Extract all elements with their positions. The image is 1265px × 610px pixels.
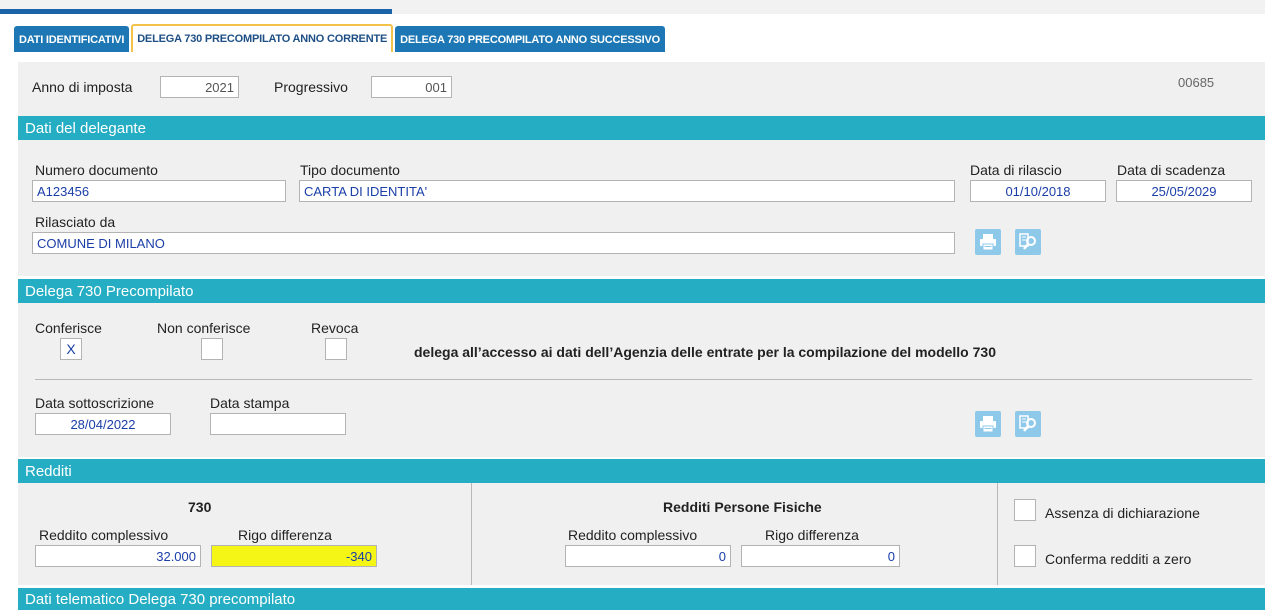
data-stampa-field[interactable]: [210, 413, 346, 435]
data-rilascio-label: Data di rilascio: [970, 162, 1062, 178]
tipo-documento-field[interactable]: CARTA DI IDENTITA': [299, 180, 955, 202]
print-icon: [980, 416, 996, 433]
anno-label: Anno di imposta: [32, 79, 133, 95]
top-bar-accent: [0, 9, 392, 14]
conferisce-checkbox[interactable]: X: [60, 338, 82, 360]
delega-description: delega all’accesso ai dati dell’Agenzia …: [414, 344, 996, 360]
print-button-delegante[interactable]: [975, 229, 1001, 255]
col-730-reddito-field[interactable]: 32.000: [35, 545, 201, 567]
conferisce-label: Conferisce: [35, 320, 102, 336]
tab-dati-identificativi[interactable]: DATI IDENTIFICATIVI: [14, 26, 130, 52]
record-code: 00685: [1178, 75, 1215, 90]
section-header-telematico: Dati telematico Delega 730 precompilato: [18, 588, 1265, 610]
assenza-checkbox[interactable]: [1014, 499, 1036, 521]
col-730-reddito-label: Reddito complessivo: [39, 527, 169, 543]
data-rilascio-field[interactable]: 01/10/2018: [970, 180, 1106, 202]
numero-documento-label: Numero documento: [35, 162, 158, 178]
progressivo-label: Progressivo: [274, 79, 348, 95]
col-730-title: 730: [188, 499, 212, 515]
section-header-delega: Delega 730 Precompilato: [18, 279, 1265, 303]
conferma-zero-label: Conferma redditi a zero: [1045, 551, 1192, 567]
anno-field[interactable]: 2021: [160, 76, 239, 98]
conferma-zero-checkbox[interactable]: [1014, 545, 1036, 567]
data-scadenza-label: Data di scadenza: [1117, 162, 1226, 178]
redditi-divider-2: [997, 483, 998, 585]
rilasciato-da-field[interactable]: COMUNE DI MILANO: [32, 232, 955, 254]
delega-divider: [35, 379, 1252, 380]
tab-bar: DATI IDENTIFICATIVI DELEGA 730 PRECOMPIL…: [14, 24, 667, 52]
preview-button-delegante[interactable]: [1015, 229, 1041, 255]
non-conferisce-label: Non conferisce: [157, 320, 251, 336]
rpf-rigo-field[interactable]: 0: [741, 545, 900, 567]
col-730-rigo-label: Rigo differenza: [238, 527, 332, 543]
revoca-checkbox[interactable]: [325, 338, 347, 360]
preview-button-delega[interactable]: [1015, 411, 1041, 437]
non-conferisce-checkbox[interactable]: [201, 338, 223, 360]
rpf-reddito-field[interactable]: 0: [565, 545, 731, 567]
rilasciato-da-label: Rilasciato da: [35, 214, 116, 230]
data-sottoscrizione-label: Data sottoscrizione: [35, 395, 155, 411]
data-scadenza-field[interactable]: 25/05/2029: [1116, 180, 1252, 202]
print-button-delega[interactable]: [975, 411, 1001, 437]
data-stampa-label: Data stampa: [210, 395, 290, 411]
revoca-label: Revoca: [311, 320, 359, 336]
col-730-rigo-field[interactable]: -340: [211, 545, 377, 567]
rpf-reddito-label: Reddito complessivo: [568, 527, 698, 543]
numero-documento-field[interactable]: A123456: [32, 180, 286, 202]
section-header-redditi: Redditi: [18, 459, 1265, 483]
delegante-panel: [18, 140, 1265, 276]
tipo-documento-label: Tipo documento: [300, 162, 400, 178]
section-header-delegante: Dati del delegante: [18, 116, 1265, 140]
preview-icon: [1019, 233, 1036, 250]
progressivo-field[interactable]: 001: [371, 76, 452, 98]
rpf-title: Redditi Persone Fisiche: [663, 499, 822, 515]
redditi-divider-1: [471, 483, 472, 585]
top-bar: [0, 0, 1265, 14]
tab-delega-anno-successivo[interactable]: DELEGA 730 PRECOMPILATO ANNO SUCCESSIVO: [395, 26, 666, 52]
preview-icon: [1019, 415, 1036, 432]
rpf-rigo-label: Rigo differenza: [765, 527, 859, 543]
assenza-label: Assenza di dichiarazione: [1045, 505, 1200, 521]
print-icon: [980, 234, 996, 251]
data-sottoscrizione-field[interactable]: 28/04/2022: [35, 413, 171, 435]
tab-delega-anno-corrente[interactable]: DELEGA 730 PRECOMPILATO ANNO CORRENTE: [131, 24, 394, 52]
